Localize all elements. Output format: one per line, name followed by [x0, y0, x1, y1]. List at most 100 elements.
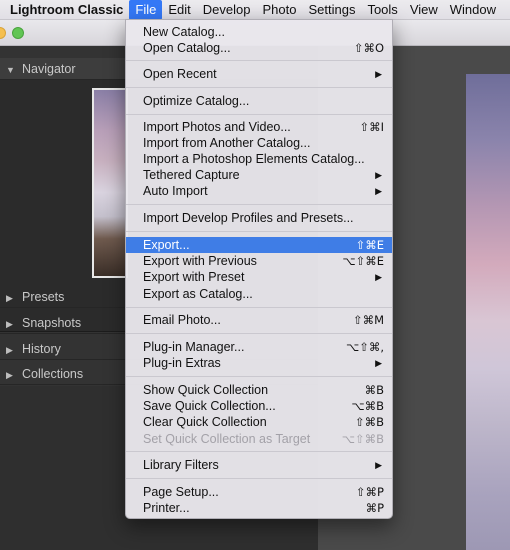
submenu-arrow-icon: ▶: [375, 272, 382, 282]
menu-item-label: Email Photo...: [143, 313, 221, 327]
menu-item-label: Optimize Catalog...: [143, 94, 250, 108]
menu-item-show-quick-collection[interactable]: Show Quick Collection ⌘B: [126, 382, 392, 398]
submenu-arrow-icon: ▶: [375, 460, 382, 470]
menu-item-email-photo[interactable]: Email Photo... ⇧⌘M: [126, 312, 392, 328]
menu-item-label: Export as Catalog...: [143, 287, 253, 301]
submenu-arrow-icon: ▶: [375, 186, 382, 196]
submenu-arrow-icon: ▶: [375, 170, 382, 180]
collections-label: Collections: [22, 367, 84, 381]
menu-item-label: Show Quick Collection: [143, 383, 269, 397]
shortcut-label: ⌥⇧⌘,: [345, 340, 384, 354]
menu-separator: [126, 307, 392, 308]
menu-item-open-recent[interactable]: Open Recent ▶: [126, 66, 392, 82]
menu-item-label: Set Quick Collection as Target: [143, 432, 311, 446]
menu-develop[interactable]: Develop: [197, 0, 257, 20]
presets-label: Presets: [22, 290, 65, 304]
collapsed-triangle-icon: ▶: [6, 319, 13, 329]
shortcut-label: ⇧⌘O: [353, 41, 384, 55]
menu-item-label: Open Recent: [143, 67, 217, 81]
menu-separator: [126, 87, 392, 88]
menu-item-new-catalog[interactable]: New Catalog...: [126, 24, 392, 40]
shortcut-label: ⇧⌘M: [352, 313, 384, 327]
submenu-arrow-icon: ▶: [375, 358, 382, 368]
menu-separator: [126, 204, 392, 205]
menu-item-label: Import from Another Catalog...: [143, 136, 311, 150]
menu-item-label: Tethered Capture: [143, 168, 240, 182]
menu-item-label: Export...: [143, 238, 190, 252]
menu-view[interactable]: View: [404, 0, 444, 20]
submenu-arrow-icon: ▶: [375, 69, 382, 79]
shortcut-label: ⇧⌘E: [355, 238, 384, 252]
menu-item-label: Clear Quick Collection: [143, 415, 267, 429]
menu-item-save-quick-collection[interactable]: Save Quick Collection... ⌥⌘B: [126, 398, 392, 414]
menu-item-label: Auto Import: [143, 184, 208, 198]
menu-item-import-profiles[interactable]: Import Develop Profiles and Presets...: [126, 210, 392, 226]
file-menu-dropdown: New Catalog... Open Catalog... ⇧⌘O Open …: [125, 19, 393, 519]
menu-item-label: New Catalog...: [143, 25, 225, 39]
menu-item-set-quick-collection-target: Set Quick Collection as Target ⌥⇧⌘B: [126, 431, 392, 447]
navigator-label: Navigator: [22, 62, 76, 76]
menu-file[interactable]: File: [129, 0, 163, 20]
history-label: History: [22, 342, 61, 356]
snapshots-label: Snapshots: [22, 316, 82, 330]
menu-item-open-catalog[interactable]: Open Catalog... ⇧⌘O: [126, 40, 392, 56]
menu-item-label: Save Quick Collection...: [143, 399, 276, 413]
menu-item-library-filters[interactable]: Library Filters ▶: [126, 457, 392, 473]
minimize-button[interactable]: [0, 27, 6, 39]
menu-separator: [126, 333, 392, 334]
menu-item-page-setup[interactable]: Page Setup... ⇧⌘P: [126, 484, 392, 500]
menu-edit[interactable]: Edit: [162, 0, 196, 20]
menu-window[interactable]: Window: [444, 0, 502, 20]
menu-item-export-previous[interactable]: Export with Previous ⌥⇧⌘E: [126, 253, 392, 269]
menu-item-label: Library Filters: [143, 458, 219, 472]
navigator-thumbnail[interactable]: [92, 88, 128, 278]
zoom-button[interactable]: [12, 27, 24, 39]
menu-tools[interactable]: Tools: [361, 0, 403, 20]
menu-item-printer[interactable]: Printer... ⌘P: [126, 500, 392, 516]
menu-item-export-preset[interactable]: Export with Preset ▶: [126, 269, 392, 285]
shortcut-label: ⌥⇧⌘B: [341, 432, 384, 446]
menu-item-import-photos[interactable]: Import Photos and Video... ⇧⌘I: [126, 119, 392, 135]
menu-separator: [126, 478, 392, 479]
menu-item-label: Open Catalog...: [143, 41, 231, 55]
menu-item-plugin-extras[interactable]: Plug-in Extras ▶: [126, 355, 392, 371]
menu-item-label: Plug-in Extras: [143, 356, 221, 370]
main-photo: [466, 74, 510, 550]
menu-item-label: Import Develop Profiles and Presets...: [143, 211, 354, 225]
menu-separator: [126, 231, 392, 232]
menu-item-optimize-catalog[interactable]: Optimize Catalog...: [126, 93, 392, 109]
menu-item-export-catalog[interactable]: Export as Catalog...: [126, 286, 392, 302]
menu-item-tethered-capture[interactable]: Tethered Capture ▶: [126, 167, 392, 183]
collapsed-triangle-icon: ▶: [6, 370, 13, 380]
shortcut-label: ⌥⌘B: [351, 399, 384, 413]
menu-separator: [126, 451, 392, 452]
menu-item-import-pse[interactable]: Import a Photoshop Elements Catalog...: [126, 151, 392, 167]
menu-photo[interactable]: Photo: [256, 0, 302, 20]
expanded-triangle-icon: ▼: [6, 65, 15, 75]
shortcut-label: ⌘B: [364, 383, 384, 397]
menu-separator: [126, 60, 392, 61]
collapsed-triangle-icon: ▶: [6, 293, 13, 303]
menu-separator: [126, 376, 392, 377]
shortcut-label: ⇧⌘P: [355, 485, 384, 499]
menu-separator: [126, 114, 392, 115]
menu-item-auto-import[interactable]: Auto Import ▶: [126, 183, 392, 199]
menu-item-export[interactable]: Export... ⇧⌘E: [126, 237, 392, 253]
shortcut-label: ⇧⌘B: [354, 415, 384, 429]
menu-item-label: Export with Previous: [143, 254, 257, 268]
menu-item-label: Import Photos and Video...: [143, 120, 291, 134]
shortcut-label: ⌥⇧⌘E: [342, 254, 384, 268]
menu-item-label: Export with Preset: [143, 270, 245, 284]
menu-item-import-catalog[interactable]: Import from Another Catalog...: [126, 135, 392, 151]
collapsed-triangle-icon: ▶: [6, 345, 13, 355]
app-menu-lightroom[interactable]: Lightroom Classic: [0, 0, 129, 20]
menu-bar: Lightroom Classic File Edit Develop Phot…: [0, 0, 510, 20]
menu-item-label: Plug-in Manager...: [143, 340, 245, 354]
menu-item-label: Import a Photoshop Elements Catalog...: [143, 152, 365, 166]
menu-item-plugin-manager[interactable]: Plug-in Manager... ⌥⇧⌘,: [126, 339, 392, 355]
menu-item-label: Printer...: [143, 501, 190, 515]
menu-item-label: Page Setup...: [143, 485, 219, 499]
menu-settings[interactable]: Settings: [302, 0, 361, 20]
shortcut-label: ⌘P: [365, 501, 384, 515]
menu-item-clear-quick-collection[interactable]: Clear Quick Collection ⇧⌘B: [126, 414, 392, 430]
